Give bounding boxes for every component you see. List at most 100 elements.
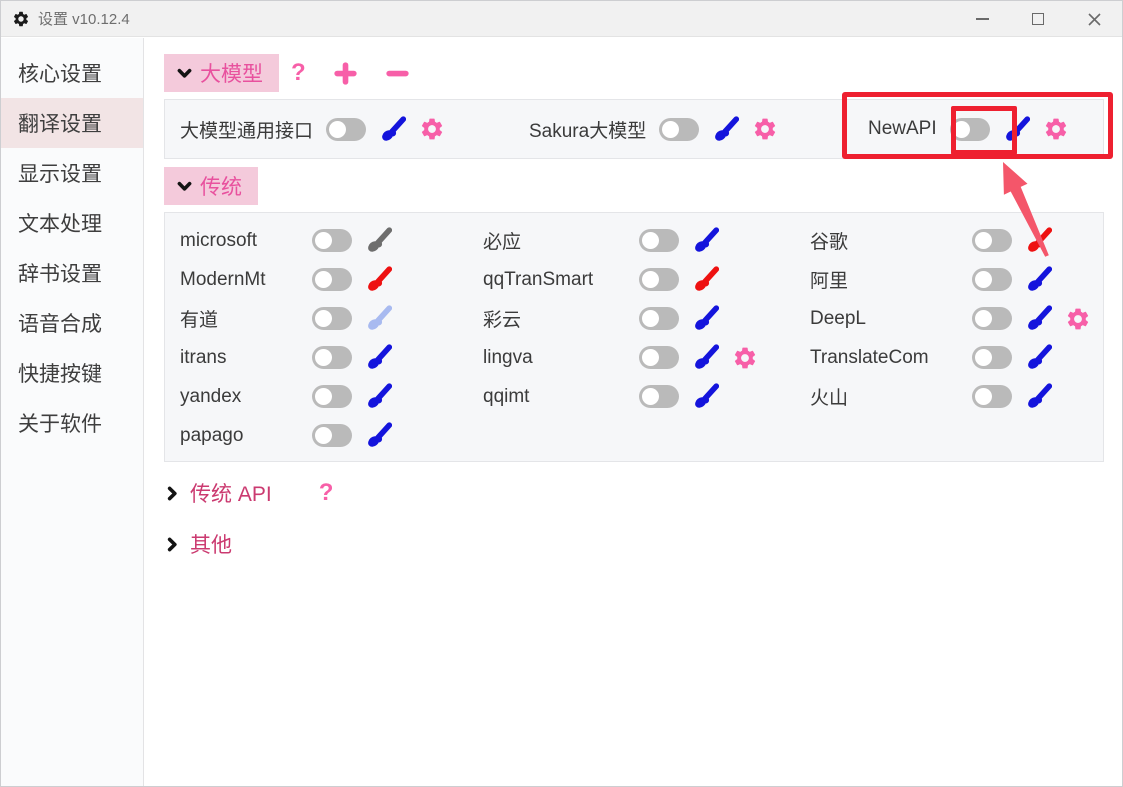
toggle-switch[interactable]	[312, 346, 352, 369]
toggle-switch[interactable]	[972, 307, 1012, 330]
paintbrush-icon[interactable]	[1025, 227, 1052, 254]
service-label: Sakura大模型	[529, 116, 646, 143]
paintbrush-icon[interactable]	[365, 344, 392, 371]
toggle-knob	[975, 232, 992, 249]
paintbrush-icon[interactable]	[365, 383, 392, 410]
maximize-icon	[1032, 13, 1044, 25]
paintbrush-icon[interactable]	[365, 305, 392, 332]
service-label: qqimt	[483, 386, 626, 408]
sidebar-item[interactable]: 翻译设置	[1, 98, 143, 148]
toggle-switch[interactable]	[659, 118, 699, 141]
paintbrush-icon[interactable]	[1025, 305, 1052, 332]
service-label: lingva	[483, 347, 626, 369]
help-icon[interactable]: ?	[319, 479, 334, 507]
gear-icon[interactable]	[1043, 116, 1069, 142]
sidebar-item[interactable]: 快捷按键	[1, 348, 143, 398]
toggle-knob	[642, 349, 659, 366]
plus-icon[interactable]	[333, 61, 358, 86]
toggle-knob	[315, 388, 332, 405]
toggle-switch[interactable]	[312, 307, 352, 330]
service-label: 彩云	[483, 305, 626, 332]
toggle-switch[interactable]	[972, 229, 1012, 252]
toggle-knob	[975, 388, 992, 405]
close-icon	[1087, 12, 1102, 27]
paintbrush-icon[interactable]	[365, 422, 392, 449]
toggle-switch[interactable]	[639, 346, 679, 369]
toggle-switch[interactable]	[639, 385, 679, 408]
paintbrush-icon[interactable]	[365, 227, 392, 254]
paintbrush-icon[interactable]	[379, 116, 406, 143]
service-label: 火山	[810, 383, 959, 410]
paintbrush-icon[interactable]	[1003, 116, 1030, 143]
toggle-knob	[642, 271, 659, 288]
service-row: qqimt	[483, 377, 758, 416]
paintbrush-icon[interactable]	[1025, 266, 1052, 293]
help-icon[interactable]: ?	[291, 59, 306, 87]
gear-icon[interactable]	[752, 116, 778, 142]
close-button[interactable]	[1066, 1, 1122, 37]
minimize-icon	[976, 18, 989, 20]
gear-icon[interactable]	[1065, 306, 1091, 332]
sidebar-item[interactable]: 核心设置	[1, 48, 143, 98]
sidebar-item[interactable]: 语音合成	[1, 298, 143, 348]
toggle-switch[interactable]	[639, 307, 679, 330]
paintbrush-icon[interactable]	[692, 227, 719, 254]
window-controls	[954, 1, 1122, 37]
gear-icon[interactable]	[419, 116, 445, 142]
minimize-button[interactable]	[954, 1, 1010, 37]
paintbrush-icon[interactable]	[365, 266, 392, 293]
toggle-knob	[975, 271, 992, 288]
toggle-switch[interactable]	[312, 424, 352, 447]
toggle-knob	[315, 349, 332, 366]
traditional-services-box: microsoft ModernMt 有道	[164, 212, 1104, 462]
settings-window: 设置 v10.12.4 核心设置翻译设置显示设置文本处理辞书设置语音合成快捷按键…	[0, 0, 1123, 787]
toggle-switch[interactable]	[639, 229, 679, 252]
service-row: papago	[180, 416, 392, 455]
service-label: 大模型通用接口	[180, 116, 313, 143]
section-header-traditional[interactable]: 传统	[164, 167, 258, 205]
sidebar-item[interactable]: 关于软件	[1, 398, 143, 448]
sidebar-item[interactable]: 文本处理	[1, 198, 143, 248]
minus-icon[interactable]	[385, 61, 410, 86]
toggle-knob	[315, 232, 332, 249]
toggle-switch[interactable]	[972, 268, 1012, 291]
paintbrush-icon[interactable]	[692, 266, 719, 293]
paintbrush-icon[interactable]	[692, 305, 719, 332]
section-header-llm[interactable]: 大模型	[164, 54, 279, 92]
toggle-switch[interactable]	[639, 268, 679, 291]
toggle-switch[interactable]	[950, 118, 990, 141]
service-label: papago	[180, 425, 299, 447]
service-label: 阿里	[810, 266, 959, 293]
service-row: 大模型通用接口	[180, 100, 445, 158]
service-row: itrans	[180, 338, 392, 377]
toggle-knob	[642, 232, 659, 249]
toggle-switch[interactable]	[326, 118, 366, 141]
toggle-switch[interactable]	[972, 385, 1012, 408]
paintbrush-icon[interactable]	[712, 116, 739, 143]
gear-icon[interactable]	[732, 345, 758, 371]
traditional-column: 必应 qqTranSmart 彩云	[483, 221, 758, 416]
chevron-down-icon	[176, 178, 193, 195]
paintbrush-icon[interactable]	[1025, 383, 1052, 410]
toggle-switch[interactable]	[312, 268, 352, 291]
section-header-traditional-api[interactable]: 传统 API ?	[164, 475, 333, 511]
service-label: ModernMt	[180, 269, 299, 291]
sidebar-item[interactable]: 辞书设置	[1, 248, 143, 298]
chevron-right-icon	[164, 536, 181, 553]
sidebar: 核心设置翻译设置显示设置文本处理辞书设置语音合成快捷按键关于软件	[1, 38, 144, 786]
sidebar-item[interactable]: 显示设置	[1, 148, 143, 198]
service-row: lingva	[483, 338, 758, 377]
toggle-switch[interactable]	[972, 346, 1012, 369]
toggle-switch[interactable]	[312, 229, 352, 252]
section-header-other[interactable]: 其他	[164, 526, 232, 562]
maximize-button[interactable]	[1010, 1, 1066, 37]
llm-services-box: 大模型通用接口 Sakura大模型 NewAPI	[164, 99, 1104, 159]
paintbrush-icon[interactable]	[692, 383, 719, 410]
paintbrush-icon[interactable]	[1025, 344, 1052, 371]
service-row: 有道	[180, 299, 392, 338]
toggle-knob	[642, 310, 659, 327]
toggle-switch[interactable]	[312, 385, 352, 408]
service-row: Sakura大模型	[529, 100, 778, 158]
service-row: ModernMt	[180, 260, 392, 299]
paintbrush-icon[interactable]	[692, 344, 719, 371]
